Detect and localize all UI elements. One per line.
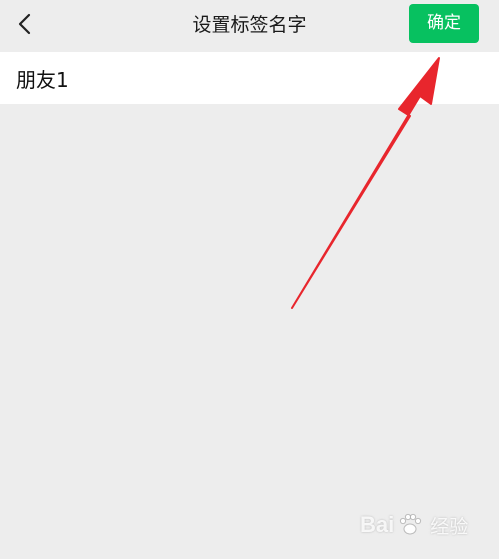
watermark-left-text: Bai: [360, 512, 395, 537]
tag-name-input[interactable]: [16, 52, 476, 104]
watermark-right-text: 经验: [430, 516, 469, 538]
paw-logo-icon: [400, 513, 422, 535]
tag-name-row: [0, 52, 499, 104]
nav-bar: 设置标签名字 确定: [0, 0, 499, 50]
watermark: Bai 经验: [360, 505, 490, 545]
confirm-button[interactable]: 确定: [409, 4, 479, 43]
